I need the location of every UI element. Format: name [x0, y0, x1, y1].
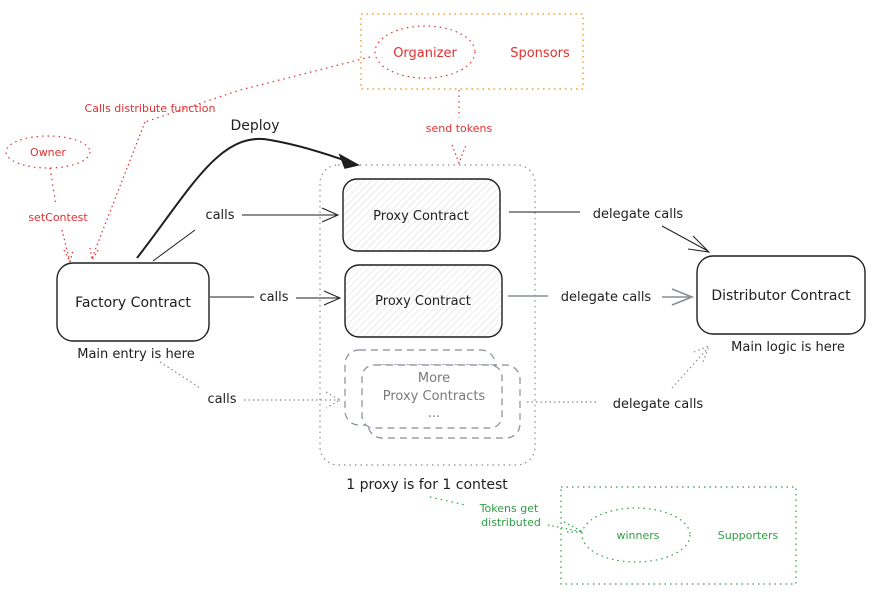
tokens-distributed-line2: distributed — [481, 516, 541, 529]
send-tokens-label: send tokens — [426, 122, 493, 135]
factory-caption: Main entry is here — [77, 347, 194, 362]
calls3-label: calls — [207, 392, 236, 407]
calls-distribute-label: Calls distribute function — [85, 102, 216, 115]
more-proxies-line3: ... — [428, 406, 440, 421]
supporters-label: Supporters — [718, 529, 779, 542]
tokens-distributed-connector — [429, 496, 466, 506]
delegate3-arrow — [671, 344, 711, 389]
factory-contract-label: Factory Contract — [75, 295, 191, 311]
proxy-contract-2-label: Proxy Contract — [375, 294, 471, 309]
calls2-label: calls — [259, 290, 288, 305]
deploy-label: Deploy — [230, 118, 279, 134]
calls3-arrow — [244, 391, 342, 409]
more-proxies-line2: Proxy Contracts — [383, 389, 486, 404]
delegate1-arrow — [661, 225, 711, 253]
delegate2-label: delegate calls — [561, 290, 652, 305]
distributor-contract-label: Distributor Contract — [711, 288, 851, 304]
set-contest-label: setContest — [28, 211, 88, 224]
proxy-contract-1-label: Proxy Contract — [373, 209, 469, 224]
more-proxies-line1: More — [418, 371, 450, 386]
delegate1-label: delegate calls — [593, 207, 684, 222]
calls-distribute-arrow — [89, 121, 146, 262]
sponsors-label: Sponsors — [510, 46, 570, 61]
organizer-label: Organizer — [393, 46, 457, 61]
owner-label: Owner — [30, 146, 66, 159]
tokens-distributed-line1: Tokens get — [479, 502, 539, 515]
proxy-group-caption: 1 proxy is for 1 contest — [346, 477, 508, 493]
calls2-arrow — [296, 290, 342, 306]
set-contest-arrow — [61, 229, 74, 264]
distributor-caption: Main logic is here — [731, 340, 845, 355]
tokens-distributed-arrow — [547, 521, 584, 533]
delegate3-label: delegate calls — [613, 397, 704, 412]
deploy-arrowhead — [338, 153, 361, 169]
calls3-connector — [159, 361, 201, 389]
owner-connector — [49, 167, 57, 206]
delegate2-arrow — [662, 288, 695, 306]
calls1-connector — [152, 229, 196, 262]
winners-label: winners — [616, 529, 659, 542]
architecture-diagram: Organizer Sponsors Calls distribute func… — [5, 13, 866, 585]
send-tokens-arrow — [451, 144, 467, 165]
calls1-arrow — [242, 207, 340, 223]
calls1-label: calls — [205, 208, 234, 223]
